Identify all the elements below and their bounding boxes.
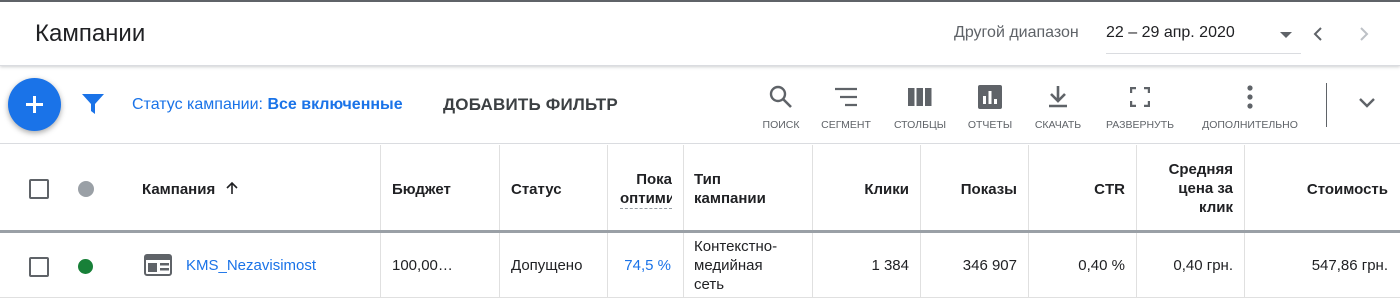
dropdown-caret-icon <box>1280 32 1292 38</box>
next-period-button[interactable] <box>1352 22 1376 46</box>
columns-button[interactable]: СТОЛБЦЫ <box>889 83 951 131</box>
row-checkbox[interactable] <box>29 257 49 277</box>
ctr-cell: 0,40 % <box>1078 257 1125 274</box>
column-header-avg-cpc-line3: клик <box>1199 199 1233 216</box>
reports-icon <box>978 85 1002 109</box>
reports-button[interactable]: ОТЧЕТЫ <box>962 83 1018 131</box>
column-header-budget[interactable]: Бюджет <box>392 180 451 199</box>
display-campaign-icon <box>144 254 172 281</box>
add-filter-button[interactable]: ДОБАВИТЬ ФИЛЬТР <box>443 95 618 115</box>
search-icon <box>769 85 792 108</box>
download-label: СКАЧАТЬ <box>1034 119 1082 131</box>
date-range-value: 22 – 29 апр. 2020 <box>1106 24 1235 41</box>
select-all-checkbox[interactable] <box>29 179 49 199</box>
status-cell: Допущено <box>511 257 583 274</box>
download-icon <box>1049 86 1067 108</box>
column-header-campaign-label: Кампания <box>142 181 216 198</box>
campaign-type-line1: Контекстно- <box>694 238 778 255</box>
more-label: ДОПОЛНИТЕЛЬНО <box>1202 119 1298 131</box>
date-range-select[interactable]: 22 – 29 апр. 2020 <box>1106 16 1301 54</box>
budget-cell[interactable]: 100,00… <box>392 256 453 275</box>
expand-button[interactable]: РАЗВЕРНУТЬ <box>1102 83 1178 131</box>
plus-icon <box>26 96 43 113</box>
table-header-row: Кампания Бюджет Статус Пока оптими Тип к… <box>0 145 1400 233</box>
page-header: Кампании Другой диапазон 22 – 29 апр. 20… <box>0 0 1400 66</box>
column-header-clicks[interactable]: Клики <box>864 180 909 199</box>
column-header-type[interactable]: Тип кампании <box>694 170 766 208</box>
column-header-avg-cpc-line1: Средняя <box>1168 161 1233 178</box>
segment-icon <box>835 87 857 107</box>
optimization-score-link[interactable]: 74,5 % <box>624 256 671 275</box>
chevron-down-icon <box>1359 98 1375 108</box>
columns-icon <box>908 88 932 106</box>
status-filter-chip[interactable]: Статус кампании: Все включенные <box>132 96 403 114</box>
reports-label: ОТЧЕТЫ <box>967 119 1013 131</box>
status-enabled-dot[interactable] <box>78 259 93 274</box>
column-header-optimization-line1: Пока <box>636 171 672 188</box>
search-button[interactable]: ПОИСК <box>757 83 805 131</box>
clicks-cell: 1 384 <box>871 257 909 274</box>
campaign-name-link[interactable]: KMS_Nezavisimost <box>186 256 316 275</box>
avg-cpc-cell: 0,40 грн. <box>1173 257 1233 274</box>
more-button[interactable]: ДОПОЛНИТЕЛЬНО <box>1198 83 1302 131</box>
segment-label: СЕГМЕНТ <box>821 119 871 131</box>
table-toolbar: Статус кампании: Все включенные ДОБАВИТЬ… <box>0 67 1400 144</box>
column-header-type-line2: кампании <box>694 190 766 207</box>
filter-icon <box>82 94 104 114</box>
search-label: ПОИСК <box>762 119 800 131</box>
chevron-right-icon <box>1360 27 1369 41</box>
segment-button[interactable]: СЕГМЕНТ <box>816 83 876 131</box>
column-header-avg-cpc-line2: цена за <box>1178 180 1233 197</box>
filter-chip-value: Все включенные <box>267 96 403 113</box>
toolbar-divider <box>1326 83 1327 127</box>
status-column-dot[interactable] <box>78 181 94 197</box>
add-campaign-button[interactable] <box>8 78 61 131</box>
fullscreen-icon <box>1130 87 1150 107</box>
column-header-impressions[interactable]: Показы <box>961 180 1017 199</box>
date-range-label: Другой диапазон <box>954 24 1079 41</box>
table-row: KMS_Nezavisimost 100,00… Допущено 74,5 %… <box>0 236 1400 298</box>
campaign-type-line2: медийная <box>694 257 763 274</box>
column-header-status[interactable]: Статус <box>511 180 562 199</box>
column-header-optimization-line2: оптими <box>620 190 672 209</box>
column-header-avg-cpc[interactable]: Средняя цена за клик <box>1169 160 1233 217</box>
more-vert-icon <box>1247 85 1253 109</box>
filter-chip-label: Статус кампании: <box>132 96 263 113</box>
campaign-type-line3: сеть <box>694 276 725 293</box>
campaigns-table: Кампания Бюджет Статус Пока оптими Тип к… <box>0 145 1400 298</box>
filter-button[interactable] <box>81 93 105 120</box>
column-header-optimization[interactable]: Пока оптими <box>620 170 672 209</box>
columns-label: СТОЛБЦЫ <box>893 119 947 131</box>
collapse-toolbar-button[interactable] <box>1358 96 1376 114</box>
campaign-type-cell: Контекстно- медийная сеть <box>694 237 777 294</box>
sort-ascending-icon <box>226 181 238 194</box>
chevron-left-icon <box>1313 27 1322 41</box>
previous-period-button[interactable] <box>1306 22 1330 46</box>
column-header-type-line1: Тип <box>694 171 721 188</box>
download-button[interactable]: СКАЧАТЬ <box>1030 83 1086 131</box>
column-header-cost[interactable]: Стоимость <box>1307 180 1388 199</box>
column-header-ctr[interactable]: CTR <box>1094 180 1125 199</box>
cost-cell: 547,86 грн. <box>1311 257 1388 274</box>
page-title: Кампании <box>35 20 146 47</box>
column-header-campaign[interactable]: Кампания <box>142 180 239 199</box>
impressions-cell: 346 907 <box>962 257 1017 274</box>
expand-label: РАЗВЕРНУТЬ <box>1105 119 1175 131</box>
